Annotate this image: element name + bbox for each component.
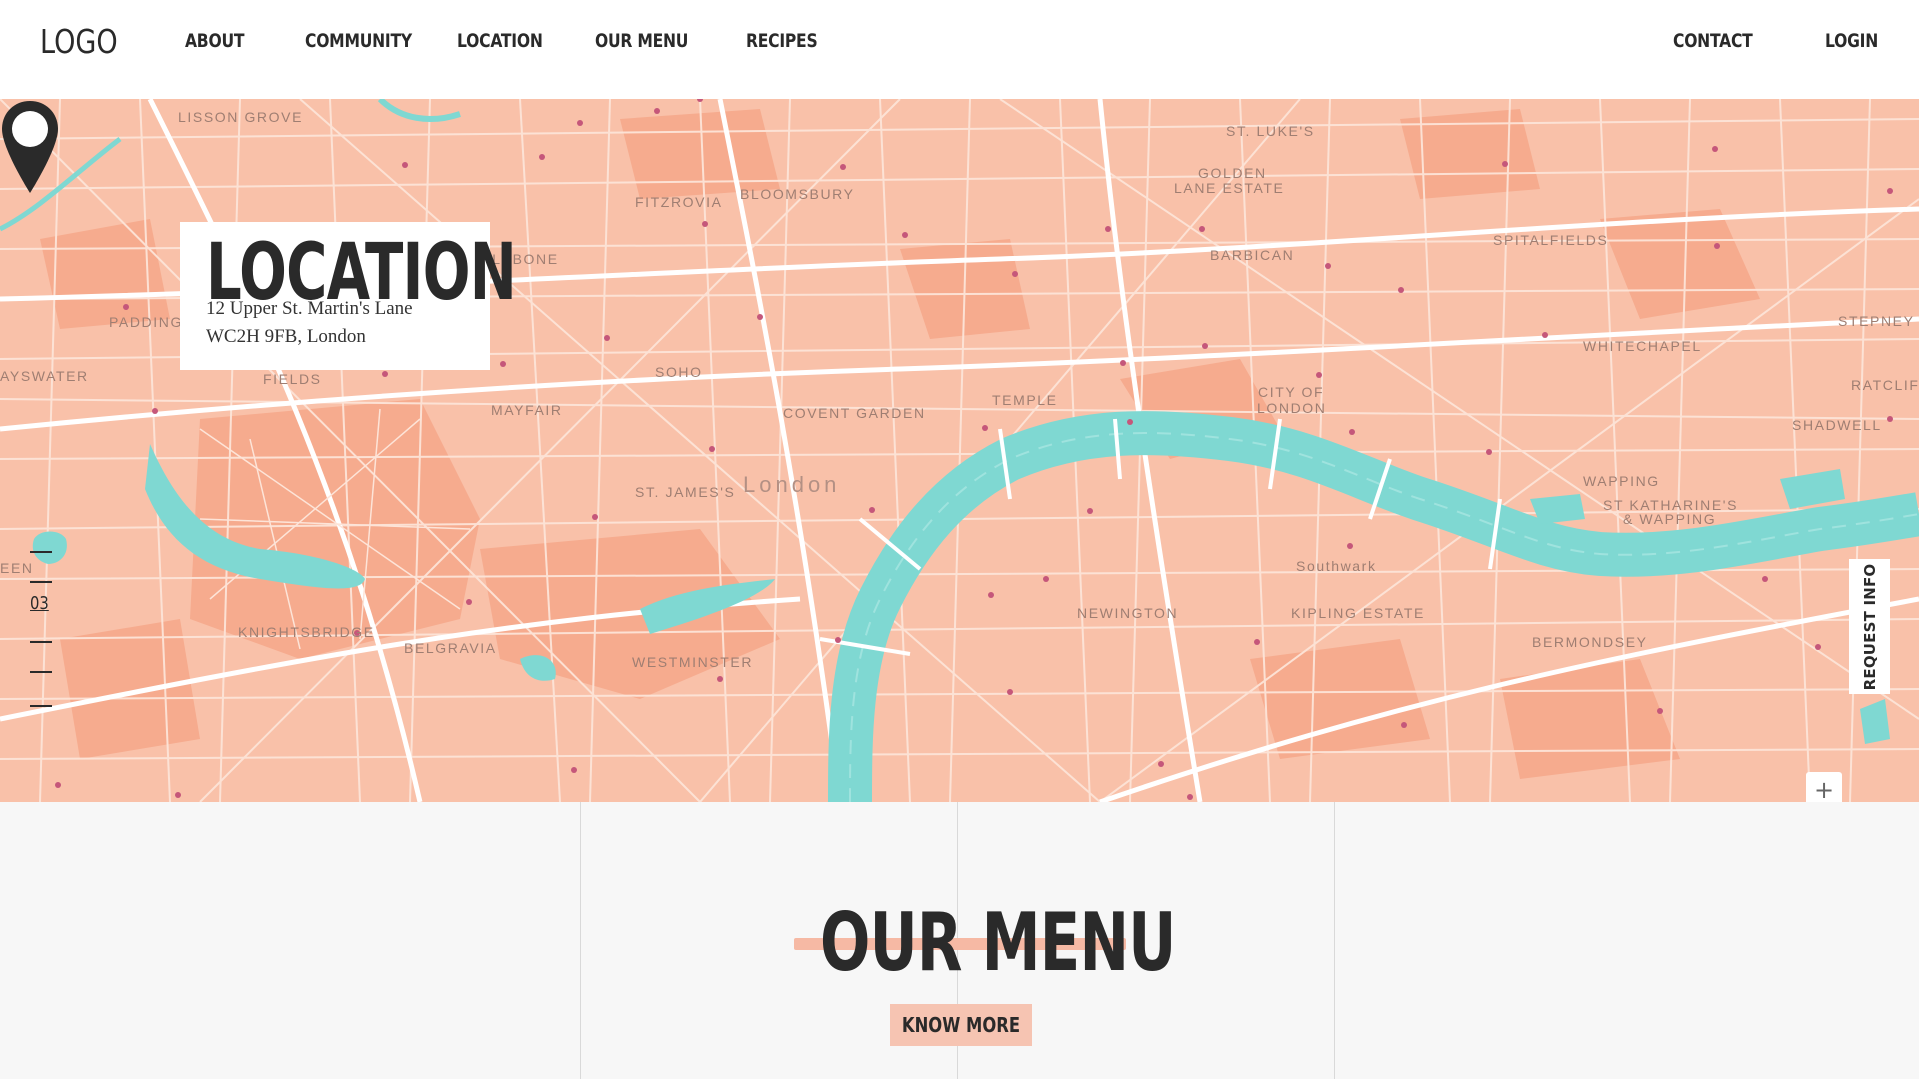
map-label-covent-garden: COVENT GARDEN (783, 405, 926, 421)
know-more-button[interactable]: KNOW MORE (890, 1004, 1032, 1046)
map-label-spitalfields: SPITALFIELDS (1493, 232, 1609, 248)
map-label-mayfair: MAYFAIR (491, 402, 563, 418)
column-divider (1334, 802, 1335, 1079)
nav-link-our-menu[interactable]: OUR MENU (595, 30, 688, 52)
map-label-bermondsey: BERMONDSEY (1532, 634, 1648, 650)
map-label-green-park: EEN (0, 560, 34, 576)
map-label-fitzrovia: FITZROVIA (635, 194, 723, 210)
map-label-lane-estate: LANE ESTATE (1174, 180, 1285, 196)
map-label-golden: GOLDEN (1198, 165, 1267, 181)
indicator-tick[interactable] (30, 551, 52, 553)
map-label-temple: TEMPLE (992, 392, 1058, 408)
map-label-westminster: WESTMINSTER (632, 654, 754, 670)
nav-link-community[interactable]: COMMUNITY (305, 30, 412, 52)
location-map[interactable]: LISSON GROVE FITZROVIA BLOOMSBURY ST. LU… (0, 99, 1919, 802)
map-label-st-lukes: ST. LUKE'S (1226, 123, 1315, 139)
menu-section: OUR MENU KNOW MORE (0, 802, 1919, 1079)
map-label-paddington: PADDING (109, 314, 183, 330)
map-label-belgravia: BELGRAVIA (404, 640, 497, 656)
location-card: LOCATION 12 Upper St. Martin's Lane WC2H… (180, 222, 517, 370)
map-label-southwark: Southwark (1296, 558, 1377, 574)
column-divider (580, 802, 581, 1079)
map-label-knightsbridge: KNIGHTSBRIDGE (238, 624, 375, 640)
indicator-tick[interactable] (30, 581, 52, 583)
location-pin-icon[interactable] (0, 99, 60, 195)
menu-title: OUR MENU (820, 896, 1176, 989)
address-line-2: WC2H 9FB, London (206, 326, 366, 347)
map-label-st-jamess: ST. JAMES'S (635, 484, 736, 500)
map-canvas (0, 99, 1919, 802)
map-label-and-wapping: & WAPPING (1623, 511, 1717, 527)
top-navbar: LOGO ABOUT COMMUNITY LOCATION OUR MENU R… (0, 0, 1919, 99)
map-label-barbican: BARBICAN (1210, 247, 1295, 263)
map-label-london: London (743, 472, 841, 497)
know-more-label: KNOW MORE (901, 1013, 1021, 1037)
map-label-whitechapel: WHITECHAPEL (1583, 338, 1702, 354)
indicator-current: 03 (30, 593, 49, 614)
map-label-shadwell: SHADWELL (1792, 417, 1882, 433)
map-label-kipling-estate: KIPLING ESTATE (1291, 605, 1425, 621)
section-indicator: 03 (30, 551, 70, 711)
logo[interactable]: LOGO (40, 22, 118, 61)
zoom-control: + − (1806, 772, 1842, 802)
map-label-ratcliff: RATCLIF (1851, 377, 1919, 393)
map-label-soho: SOHO (655, 364, 703, 380)
map-label-fields: FIELDS (263, 371, 322, 387)
indicator-tick[interactable] (30, 705, 52, 707)
indicator-tick[interactable] (30, 671, 52, 673)
map-label-bloomsbury: BLOOMSBURY (740, 186, 855, 202)
nav-link-contact[interactable]: CONTACT (1673, 30, 1753, 52)
nav-link-recipes[interactable]: RECIPES (746, 30, 818, 52)
zoom-in-button[interactable]: + (1806, 772, 1842, 802)
address-line-1: 12 Upper St. Martin's Lane (206, 298, 413, 319)
map-label-newington: NEWINGTON (1077, 605, 1179, 621)
map-label-bayswater: AYSWATER (0, 368, 89, 384)
request-info-label: REQUEST INFO (1860, 563, 1879, 690)
map-label-wapping: WAPPING (1583, 473, 1660, 489)
nav-link-about[interactable]: ABOUT (185, 30, 244, 52)
map-label-stepney: STEPNEY (1838, 313, 1915, 329)
map-label-city-of: CITY OF (1258, 384, 1325, 400)
nav-link-login[interactable]: LOGIN (1825, 30, 1878, 52)
map-label-lisson-grove: LISSON GROVE (178, 109, 304, 125)
request-info-button[interactable]: REQUEST INFO (1849, 559, 1890, 694)
map-label-london-city: LONDON (1257, 400, 1327, 416)
nav-link-location[interactable]: LOCATION (457, 30, 543, 52)
page: LOGO ABOUT COMMUNITY LOCATION OUR MENU R… (0, 0, 1919, 1079)
indicator-tick[interactable] (30, 641, 52, 643)
